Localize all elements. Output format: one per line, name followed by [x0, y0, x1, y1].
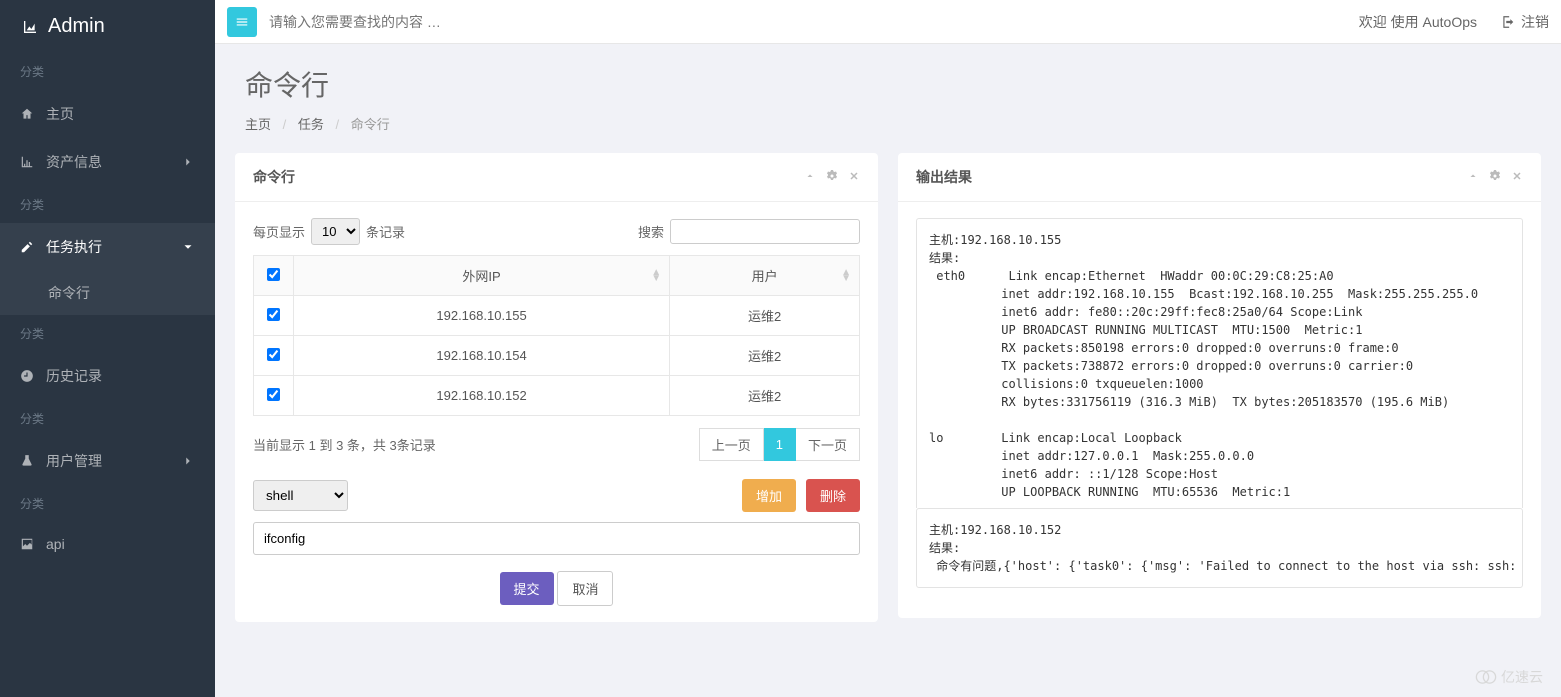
brand-logo[interactable]: Admin	[0, 0, 215, 53]
page-next-button[interactable]: 下一页	[796, 428, 860, 461]
sidebar-toggle-button[interactable]	[227, 7, 257, 37]
output-result-2: 主机:192.168.10.152 结果: 命令有问题,{'host': {'t…	[916, 508, 1523, 588]
nav-section-label: 分类	[0, 186, 215, 223]
output-panel: 输出结果 主机:192.168.10.155 结果: eth0 Link enc…	[898, 153, 1541, 618]
cell-user: 运维2	[670, 376, 860, 416]
table-row: 192.168.10.154 运维2	[254, 336, 860, 376]
breadcrumb-tasks[interactable]: 任务	[298, 117, 324, 132]
close-icon[interactable]	[848, 169, 860, 185]
cancel-button[interactable]: 取消	[557, 571, 613, 606]
sidebar-item-label: 主页	[46, 104, 74, 124]
nav-section-label: 分类	[0, 53, 215, 90]
settings-icon[interactable]	[1489, 169, 1501, 185]
nav-section-label: 分类	[0, 315, 215, 352]
clock-icon	[20, 369, 34, 383]
select-all-checkbox[interactable]	[267, 268, 280, 281]
sidebar-item-api[interactable]: api	[0, 522, 215, 566]
breadcrumb: 主页 / 任务 / 命令行	[245, 114, 1531, 133]
breadcrumb-current: 命令行	[351, 117, 390, 132]
global-search-input[interactable]	[257, 8, 1359, 36]
welcome-text: 欢迎 使用 AutoOps	[1359, 12, 1477, 32]
page-title: 命令行	[245, 64, 1531, 104]
row-checkbox[interactable]	[267, 388, 280, 401]
col-ip: 外网IP▲▼	[294, 256, 670, 296]
per-page-suffix: 条记录	[366, 222, 405, 241]
page-1-button[interactable]: 1	[764, 428, 796, 461]
chart-icon	[20, 155, 34, 169]
sidebar-item-label: 用户管理	[46, 451, 102, 471]
home-icon	[20, 107, 34, 121]
output-panel-title: 输出结果	[916, 167, 972, 187]
sidebar-item-资产信息[interactable]: 资产信息	[0, 138, 215, 186]
breadcrumb-home[interactable]: 主页	[245, 117, 271, 132]
menu-icon	[235, 15, 249, 29]
row-checkbox[interactable]	[267, 348, 280, 361]
sidebar-item-label: 任务执行	[46, 237, 102, 257]
per-page-select[interactable]: 10	[311, 218, 360, 245]
output-result-1: 主机:192.168.10.155 结果: eth0 Link encap:Et…	[916, 218, 1523, 508]
close-icon[interactable]	[1511, 169, 1523, 185]
per-page-prefix: 每页显示	[253, 222, 305, 241]
page-header: 命令行 主页 / 任务 / 命令行	[215, 44, 1561, 153]
settings-icon[interactable]	[826, 169, 838, 185]
logout-icon	[1501, 15, 1515, 29]
sidebar-item-历史记录[interactable]: 历史记录	[0, 352, 215, 400]
command-type-select[interactable]: shell	[253, 480, 348, 511]
chart-area-icon	[20, 19, 40, 35]
sidebar: Admin 分类 主页 资产信息 分类 任务执行 命令行分类 历史记录 分类 用…	[0, 0, 215, 697]
main: 欢迎 使用 AutoOps 注销 命令行 主页 / 任务 / 命令行 命令行	[215, 0, 1561, 697]
command-panel: 命令行 每页显示 10 条记录 搜索	[235, 153, 878, 622]
submit-button[interactable]: 提交	[500, 572, 554, 605]
table-row: 192.168.10.155 运维2	[254, 296, 860, 336]
row-checkbox[interactable]	[267, 308, 280, 321]
sidebar-item-label: 资产信息	[46, 152, 102, 172]
table-search-input[interactable]	[670, 219, 860, 244]
logout-label: 注销	[1521, 12, 1549, 32]
sidebar-item-label: api	[46, 536, 65, 552]
command-panel-title: 命令行	[253, 167, 295, 187]
add-button[interactable]: 增加	[742, 479, 796, 512]
delete-button[interactable]: 删除	[806, 479, 860, 512]
sort-icon[interactable]: ▲▼	[651, 270, 661, 282]
sidebar-subitem-命令行[interactable]: 命令行	[0, 271, 215, 315]
page-prev-button[interactable]: 上一页	[699, 428, 764, 461]
picture-icon	[20, 537, 34, 551]
topbar: 欢迎 使用 AutoOps 注销	[215, 0, 1561, 44]
cell-user: 运维2	[670, 336, 860, 376]
cell-ip: 192.168.10.155	[294, 296, 670, 336]
cell-user: 运维2	[670, 296, 860, 336]
sidebar-item-用户管理[interactable]: 用户管理	[0, 437, 215, 485]
panel-tools	[1467, 169, 1523, 185]
table-row: 192.168.10.152 运维2	[254, 376, 860, 416]
brand-text: Admin	[48, 15, 105, 38]
panel-tools	[804, 169, 860, 185]
edit-icon	[20, 240, 34, 254]
logout-button[interactable]: 注销	[1501, 12, 1549, 32]
table-info: 当前显示 1 到 3 条，共 3条记录	[253, 435, 436, 454]
nav-section-label: 分类	[0, 400, 215, 437]
sidebar-item-任务执行[interactable]: 任务执行	[0, 223, 215, 271]
sort-icon[interactable]: ▲▼	[841, 270, 851, 282]
collapse-icon[interactable]	[804, 169, 816, 185]
command-input[interactable]	[253, 522, 860, 555]
collapse-icon[interactable]	[1467, 169, 1479, 185]
sidebar-item-label: 历史记录	[46, 366, 102, 386]
cell-ip: 192.168.10.154	[294, 336, 670, 376]
cell-ip: 192.168.10.152	[294, 376, 670, 416]
pagination: 上一页 1 下一页	[699, 428, 860, 461]
flask-icon	[20, 454, 34, 468]
table-search-label: 搜索	[638, 222, 664, 241]
col-user: 用户▲▼	[670, 256, 860, 296]
host-table: 外网IP▲▼ 用户▲▼ 192.168.10.155 运维2 192.168.1…	[253, 255, 860, 416]
sidebar-item-主页[interactable]: 主页	[0, 90, 215, 138]
nav-section-label: 分类	[0, 485, 215, 522]
